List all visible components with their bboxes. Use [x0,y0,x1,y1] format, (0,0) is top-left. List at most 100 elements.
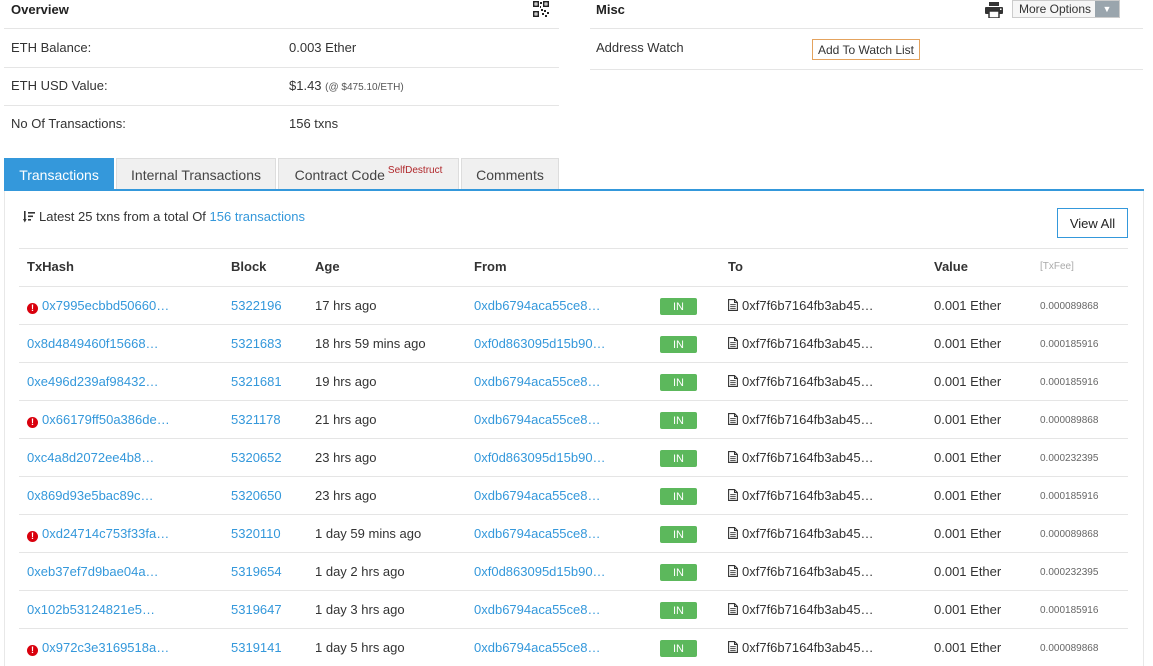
txfee-cell: 0.000232395 [1040,567,1099,578]
txhash-cell: ! 0x972c3e3169518a… [27,640,169,656]
block-link[interactable]: 5321178 [231,412,281,427]
printer-icon[interactable] [985,2,1003,21]
direction-badge: IN [660,640,697,657]
value-cell: 0.001 Ether [934,412,1002,427]
from-address-link[interactable]: 0xdb6794aca55ce8… [474,374,601,389]
to-cell: 0xf7f6b7164fb3ab45… [728,336,874,351]
overview-title: Overview [11,2,69,17]
to-address[interactable]: 0xf7f6b7164fb3ab45… [742,336,874,351]
more-options-label: More Options [1019,2,1092,16]
to-cell: 0xf7f6b7164fb3ab45… [728,526,874,541]
age-cell: 1 day 2 hrs ago [315,564,405,579]
txfee-cell: 0.000185916 [1040,605,1099,616]
from-address-link[interactable]: 0xdb6794aca55ce8… [474,640,601,655]
value-cell: 0.001 Ether [934,336,1002,351]
more-options-button[interactable]: More Options ▼ [1012,0,1120,18]
exclamation-circle-icon: ! [27,531,38,542]
txhash-link[interactable]: 0x102b53124821e5… [27,602,155,617]
txhash-cell: 0xe496d239af98432… [27,374,159,389]
txfee-cell: 0.000232395 [1040,453,1099,464]
file-document-icon [728,413,738,425]
to-cell: 0xf7f6b7164fb3ab45… [728,412,874,427]
file-document-icon [728,337,738,349]
txhash-link[interactable]: 0xc4a8d2072ee4b8… [27,450,154,465]
from-address-link[interactable]: 0xdb6794aca55ce8… [474,602,601,617]
header-txfee: [TxFee] [1040,261,1074,272]
tab-transactions-label: Transactions [19,166,99,183]
block-link[interactable]: 5320650 [231,488,282,503]
to-cell: 0xf7f6b7164fb3ab45… [728,298,874,313]
txhash-link[interactable]: 0x7995ecbbd50660… [42,298,169,313]
txhash-cell: 0xeb37ef7d9bae04a… [27,564,159,579]
to-address[interactable]: 0xf7f6b7164fb3ab45… [742,640,874,655]
eth-balance-label: ETH Balance: [11,40,92,55]
txfee-cell: 0.000089868 [1040,415,1099,426]
txhash-link[interactable]: 0x972c3e3169518a… [42,640,169,655]
from-address-link[interactable]: 0xdb6794aca55ce8… [474,412,601,427]
block-link[interactable]: 5320652 [231,450,282,465]
eth-usd-label: ETH USD Value: [11,78,108,93]
header-value: Value [934,259,968,274]
direction-badge: IN [660,336,697,353]
to-address[interactable]: 0xf7f6b7164fb3ab45… [742,526,874,541]
from-address-link[interactable]: 0xf0d863095d15b90… [474,564,606,579]
block-link[interactable]: 5320110 [231,526,281,541]
block-link[interactable]: 5321681 [231,374,282,389]
to-address[interactable]: 0xf7f6b7164fb3ab45… [742,374,874,389]
add-to-watch-list-button[interactable]: Add To Watch List [812,39,920,60]
tab-internal-transactions[interactable]: Internal Transactions [116,158,276,190]
txhash-link[interactable]: 0x8d4849460f15668… [27,336,159,351]
from-address-link[interactable]: 0xf0d863095d15b90… [474,450,606,465]
tab-comments[interactable]: Comments [461,158,559,190]
to-cell: 0xf7f6b7164fb3ab45… [728,374,874,389]
file-document-icon [728,565,738,577]
tab-transactions[interactable]: Transactions [4,158,114,190]
from-address-link[interactable]: 0xdb6794aca55ce8… [474,488,601,503]
txfee-cell: 0.000185916 [1040,377,1099,388]
block-link[interactable]: 5319647 [231,602,282,617]
direction-badge: IN [660,450,697,467]
txhash-link[interactable]: 0xd24714c753f33fa… [42,526,169,541]
age-cell: 18 hrs 59 mins ago [315,336,426,351]
table-row: 0xe496d239af98432… 5321681 19 hrs ago 0xdb6… [19,362,1128,400]
header-to: To [728,259,743,274]
tab-contract-code-label: Contract Code [294,166,385,183]
table-row: ! 0x66179ff50a386de… 5321178 21 hrs ago 0xdb… [19,400,1128,438]
from-address-link[interactable]: 0xdb6794aca55ce8… [474,298,601,313]
txfee-cell: 0.000185916 [1040,491,1099,502]
to-address[interactable]: 0xf7f6b7164fb3ab45… [742,412,874,427]
value-cell: 0.001 Ether [934,298,1002,313]
from-address-link[interactable]: 0xdb6794aca55ce8… [474,526,601,541]
table-row: ! 0xd24714c753f33fa… 5320110 1 day 59 mins … [19,514,1128,552]
age-cell: 1 day 5 hrs ago [315,640,405,655]
file-document-icon [728,603,738,615]
txhash-link[interactable]: 0xe496d239af98432… [27,374,159,389]
to-address[interactable]: 0xf7f6b7164fb3ab45… [742,488,874,503]
qr-code-icon[interactable] [532,0,550,21]
age-cell: 1 day 59 mins ago [315,526,422,541]
exclamation-circle-icon: ! [27,645,38,656]
direction-badge: IN [660,564,697,581]
tab-internal-transactions-label: Internal Transactions [131,166,261,183]
txhash-cell: ! 0xd24714c753f33fa… [27,526,169,542]
value-cell: 0.001 Ether [934,640,1002,655]
from-address-link[interactable]: 0xf0d863095d15b90… [474,336,606,351]
to-address[interactable]: 0xf7f6b7164fb3ab45… [742,564,874,579]
block-link[interactable]: 5322196 [231,298,282,313]
to-address[interactable]: 0xf7f6b7164fb3ab45… [742,450,874,465]
block-link[interactable]: 5321683 [231,336,282,351]
value-cell: 0.001 Ether [934,450,1002,465]
exclamation-circle-icon: ! [27,417,38,428]
view-all-button[interactable]: View All [1057,208,1128,238]
txhash-link[interactable]: 0x66179ff50a386de… [42,412,170,427]
file-document-icon [728,489,738,501]
tab-contract-code[interactable]: Contract Code SelfDestruct [278,158,459,190]
to-address[interactable]: 0xf7f6b7164fb3ab45… [742,298,874,313]
total-transactions-link[interactable]: 156 transactions [210,209,305,224]
txhash-link[interactable]: 0xeb37ef7d9bae04a… [27,564,159,579]
block-link[interactable]: 5319141 [231,640,282,655]
to-address[interactable]: 0xf7f6b7164fb3ab45… [742,602,874,617]
file-document-icon [728,527,738,539]
txhash-link[interactable]: 0x869d93e5bac89c… [27,488,154,503]
block-link[interactable]: 5319654 [231,564,282,579]
